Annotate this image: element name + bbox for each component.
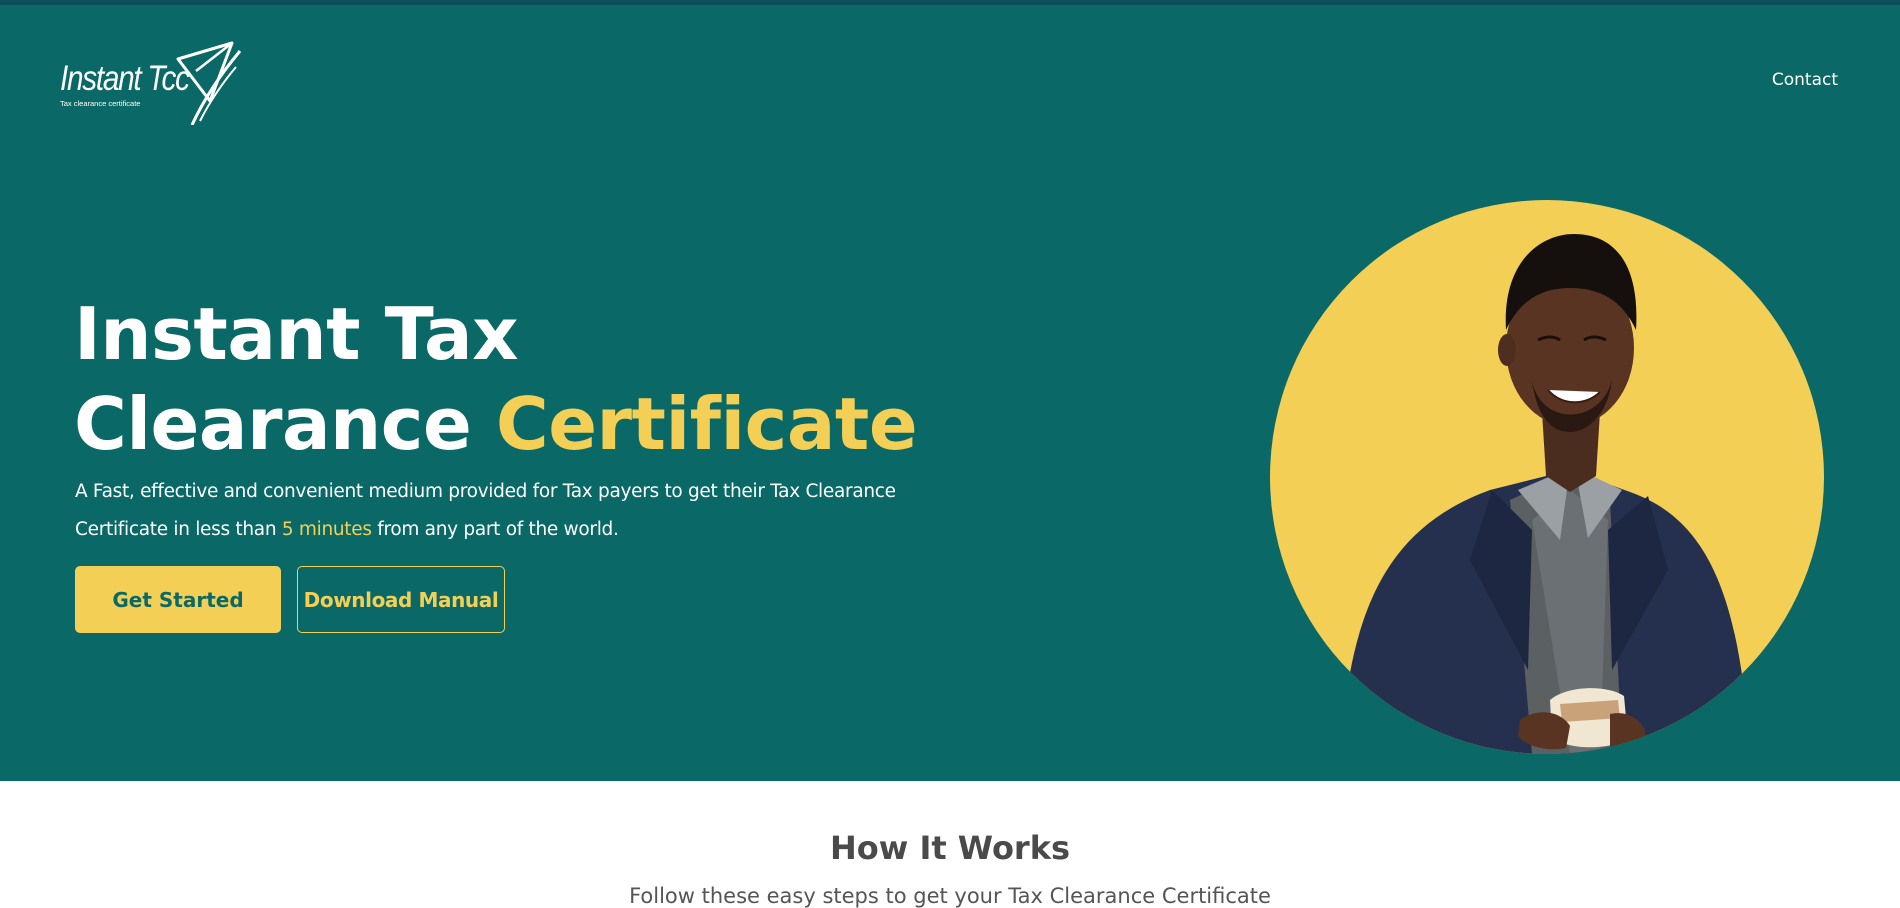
hero-headline: Instant Tax Clearance Certificate xyxy=(74,289,918,469)
get-started-button[interactable]: Get Started xyxy=(75,566,281,633)
logo-tagline: Tax clearance certificate xyxy=(60,99,141,108)
headline-accent-word: Certificate xyxy=(495,382,918,466)
paper-plane-swoosh-icon xyxy=(176,41,242,125)
hero-section: Instant Tcc Tax clearance certificate Co… xyxy=(0,5,1900,781)
headline-line1: Instant Tax xyxy=(74,292,519,376)
description-highlight: 5 minutes xyxy=(281,519,372,540)
nav-contact-link[interactable]: Contact xyxy=(1772,70,1838,90)
hero-description: A Fast, effective and convenient medium … xyxy=(75,473,955,549)
site-logo[interactable]: Instant Tcc Tax clearance certificate xyxy=(58,41,258,125)
download-manual-button[interactable]: Download Manual xyxy=(297,566,505,633)
how-it-works-title: How It Works xyxy=(829,829,1071,867)
smiling-man-photo-illustration xyxy=(1340,234,1750,754)
how-it-works-subtitle: Follow these easy steps to get your Tax … xyxy=(629,884,1271,908)
headline-line2: Clearance xyxy=(74,382,496,466)
description-text-2: from any part of the world. xyxy=(371,519,619,540)
hero-image xyxy=(1270,200,1824,754)
